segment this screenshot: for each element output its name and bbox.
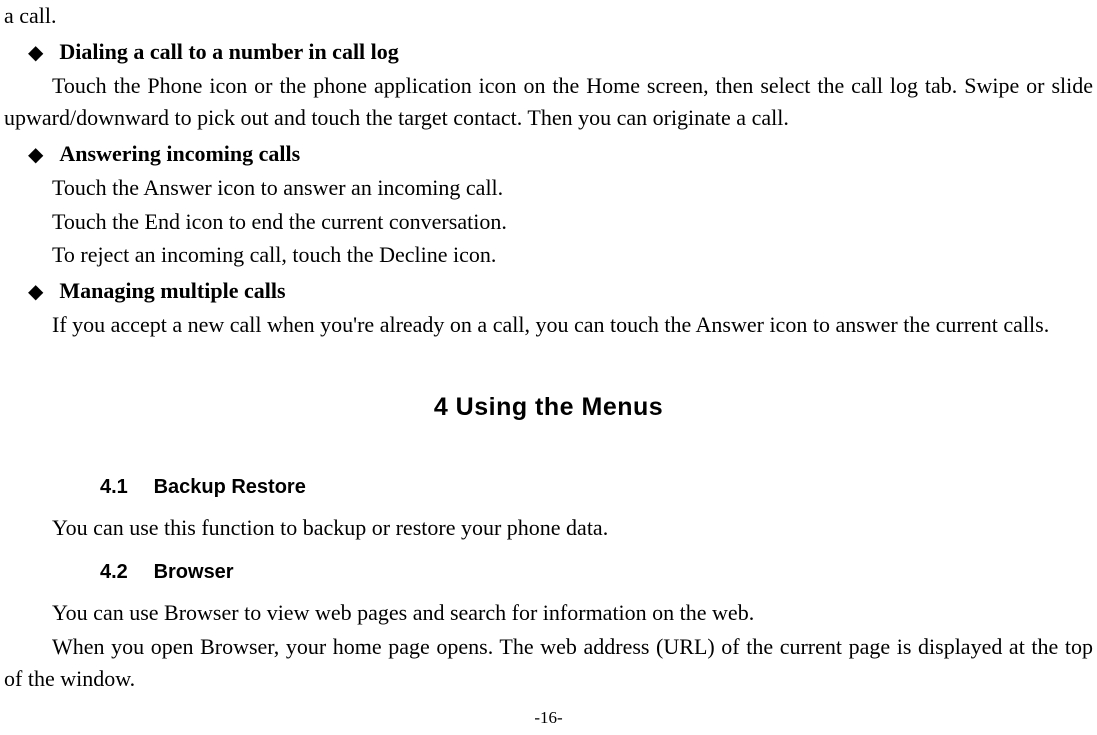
bullet-heading: Dialing a call to a number in call log bbox=[59, 36, 398, 68]
diamond-icon: ◆ bbox=[28, 278, 43, 307]
bullet-item: ◆ Answering incoming calls bbox=[4, 138, 1093, 170]
paragraph: Touch the Answer icon to answer an incom… bbox=[4, 172, 1093, 204]
subsection-number: 4.1 bbox=[100, 473, 148, 502]
subsection-heading: 4.1 Backup Restore bbox=[4, 473, 1093, 502]
paragraph: To reject an incoming call, touch the De… bbox=[4, 239, 1093, 271]
bullet-heading: Answering incoming calls bbox=[59, 138, 300, 170]
diamond-icon: ◆ bbox=[28, 141, 43, 170]
subsection-heading: 4.2 Browser bbox=[4, 558, 1093, 587]
paragraph: When you open Browser, your home page op… bbox=[4, 631, 1093, 695]
bullet-item: ◆ Managing multiple calls bbox=[4, 275, 1093, 307]
subsection-number: 4.2 bbox=[100, 558, 148, 587]
paragraph: If you accept a new call when you're alr… bbox=[4, 309, 1093, 341]
section-title: 4 Using the Menus bbox=[4, 389, 1093, 425]
document-body: a call. ◆ Dialing a call to a number in … bbox=[0, 0, 1097, 695]
paragraph: Touch the Phone icon or the phone applic… bbox=[4, 70, 1093, 134]
paragraph: You can use this function to backup or r… bbox=[4, 512, 1093, 544]
bullet-item: ◆ Dialing a call to a number in call log bbox=[4, 36, 1093, 68]
bullet-heading: Managing multiple calls bbox=[59, 275, 285, 307]
diamond-icon: ◆ bbox=[28, 39, 43, 68]
paragraph: You can use Browser to view web pages an… bbox=[4, 597, 1093, 629]
subsection-title: Browser bbox=[154, 561, 234, 583]
paragraph: Touch the End icon to end the current co… bbox=[4, 206, 1093, 238]
subsection-title: Backup Restore bbox=[154, 476, 306, 498]
page-number: -16- bbox=[0, 706, 1097, 731]
paragraph-fragment: a call. bbox=[4, 0, 1093, 32]
